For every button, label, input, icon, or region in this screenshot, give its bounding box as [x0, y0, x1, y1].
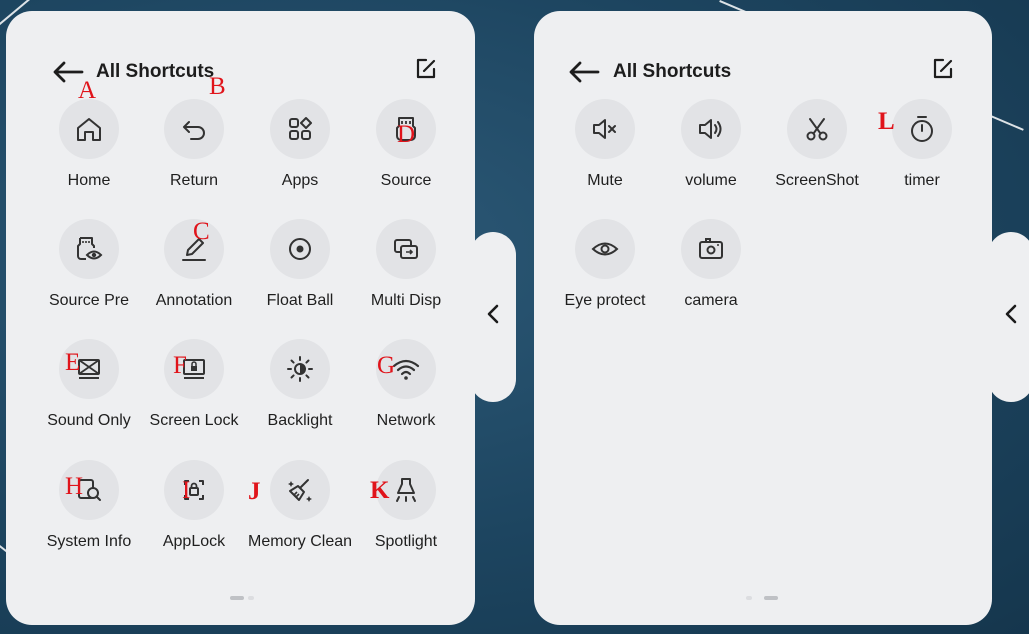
collapse-tab-right[interactable] [988, 232, 1029, 402]
page-dot-active [230, 596, 244, 600]
annotation-marker: L [878, 108, 895, 135]
annotation-marker: E [65, 349, 81, 376]
shortcut-eye-protect[interactable]: Eye protect [550, 219, 660, 319]
float-ball-icon [289, 238, 311, 260]
edit-icon [933, 58, 953, 79]
shortcut-volume[interactable]: volume [656, 99, 766, 199]
shortcut-label: camera [684, 292, 738, 309]
page-title: All Shortcuts [613, 61, 732, 82]
shortcut-apps[interactable]: Apps [245, 99, 355, 199]
edit-button[interactable] [413, 56, 439, 82]
shortcuts-panel-left: All Shortcuts Home Return Apps Source So… [6, 11, 475, 625]
shortcut-label: timer [904, 172, 940, 189]
screenshot-icon [806, 118, 828, 141]
mute-icon [593, 119, 616, 139]
shortcut-applock[interactable]: AppLock [139, 460, 249, 560]
annotation-marker: B [209, 73, 226, 100]
page-dot [248, 596, 254, 600]
annotation-marker: J [248, 478, 261, 505]
volume-icon [699, 119, 722, 139]
return-icon [183, 121, 205, 140]
memory-clean-icon [288, 479, 312, 502]
shortcut-label: Network [376, 412, 436, 429]
shortcut-backlight[interactable]: Backlight [245, 339, 355, 439]
shortcut-label: Multi Disp [370, 292, 442, 309]
shortcut-screen-lock[interactable]: Screen Lock [139, 339, 249, 439]
annotation-marker: F [173, 352, 187, 379]
shortcut-label: Source [380, 172, 432, 189]
annotation-marker: D [397, 121, 416, 148]
shortcut-network[interactable]: Network [351, 339, 461, 439]
shortcut-sound-only[interactable]: Sound Only [34, 339, 144, 439]
panel-header: All Shortcuts [534, 53, 992, 89]
apps-icon [289, 117, 312, 140]
shortcut-mute[interactable]: Mute [550, 99, 660, 199]
shortcut-spotlight[interactable]: Spotlight [351, 460, 461, 560]
shortcut-memory-clean[interactable]: Memory Clean [245, 460, 355, 560]
page-dot [746, 596, 752, 600]
edit-icon [416, 58, 436, 79]
annotation-marker: C [193, 218, 210, 245]
chevron-left-icon [1004, 303, 1018, 331]
annotation-marker: I [182, 477, 191, 504]
back-button[interactable] [566, 55, 602, 89]
shortcut-return[interactable]: Return [139, 99, 249, 199]
annotation-marker: A [78, 77, 97, 104]
eye-protect-icon [591, 242, 619, 256]
spotlight-icon [396, 478, 416, 502]
chevron-left-icon [486, 303, 500, 331]
shortcut-multi-disp[interactable]: Multi Disp [351, 219, 461, 319]
network-icon [392, 359, 420, 380]
annotation-marker: K [370, 477, 390, 504]
arrow-left-icon [569, 61, 600, 83]
edit-button[interactable] [930, 56, 956, 82]
shortcut-source-pre[interactable]: Source Pre [34, 219, 144, 319]
home-icon [77, 118, 101, 141]
shortcut-label: Spotlight [374, 533, 438, 550]
camera-icon [699, 238, 723, 259]
page-title: All Shortcuts [96, 61, 215, 82]
shortcut-source[interactable]: Source [351, 99, 461, 199]
source-preview-icon [77, 237, 103, 260]
shortcut-screenshot[interactable]: ScreenShot [762, 99, 872, 199]
annotation-marker: H [65, 473, 84, 500]
shortcut-float-ball[interactable]: Float Ball [245, 219, 355, 319]
multi-display-icon [394, 239, 418, 259]
timer-icon [911, 116, 933, 142]
shortcut-system-info[interactable]: System Info [34, 460, 144, 560]
page-dot-active [764, 596, 778, 600]
backlight-icon [287, 356, 313, 382]
annotation-marker: G [377, 352, 396, 379]
shortcuts-panel-right: All Shortcuts Mute volume ScreenShot tim… [534, 11, 992, 625]
panel-header: All Shortcuts [6, 53, 475, 89]
shortcut-camera[interactable]: camera [656, 219, 766, 319]
shortcut-home[interactable]: Home [34, 99, 144, 199]
collapse-tab-left[interactable] [470, 232, 516, 402]
